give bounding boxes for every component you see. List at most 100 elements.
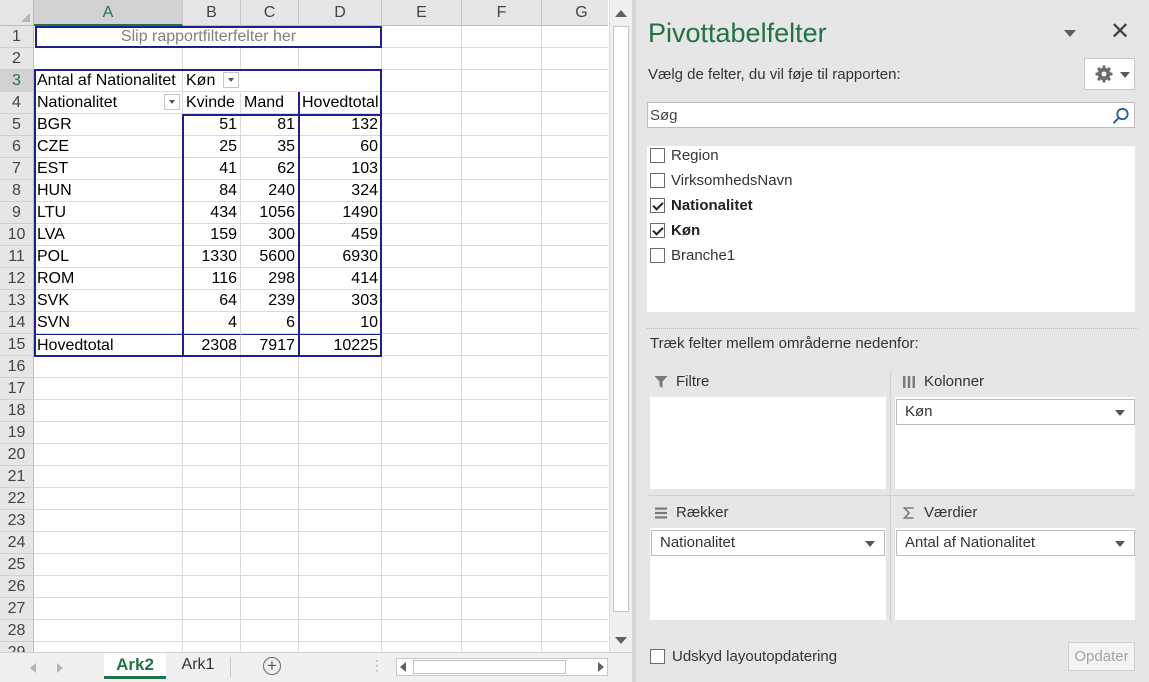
cell[interactable] [382, 444, 462, 466]
column-header-e[interactable]: E [382, 0, 462, 26]
cell-grid[interactable]: ABCDEFG 1 2 3 4 5 6 7 8 9 10 11 12 13 14 15 16 17 18 19 20 2… [0, 0, 608, 652]
scroll-left-icon[interactable] [400, 662, 406, 672]
cell[interactable] [462, 290, 542, 312]
row-header-25[interactable]: 25 [0, 554, 34, 576]
pivot-value-cell[interactable]: 303 [299, 290, 382, 312]
row-header-15[interactable]: 15 [0, 334, 34, 356]
area-filters-drop-zone[interactable] [650, 397, 886, 489]
pivot-value-cell[interactable]: 64 [183, 290, 241, 312]
search-icon[interactable] [1112, 107, 1130, 125]
cell[interactable] [382, 488, 462, 510]
row-header-29[interactable]: 29 [0, 642, 34, 652]
cell[interactable] [34, 48, 183, 70]
cell[interactable] [382, 92, 462, 114]
cell[interactable] [542, 510, 608, 532]
cell[interactable] [183, 642, 241, 652]
row-header-26[interactable]: 26 [0, 576, 34, 598]
cell[interactable] [382, 510, 462, 532]
cell[interactable] [542, 466, 608, 488]
cell[interactable] [183, 598, 241, 620]
cell[interactable] [542, 26, 608, 48]
field-checkbox-nationalitet[interactable] [650, 198, 665, 213]
pivot-value-cell[interactable]: 298 [241, 268, 299, 290]
cell[interactable] [462, 554, 542, 576]
pivot-value-cell[interactable]: 10 [299, 312, 382, 334]
cell[interactable] [299, 488, 382, 510]
column-header-b[interactable]: B [183, 0, 241, 26]
cell[interactable] [382, 290, 462, 312]
cell[interactable] [183, 400, 241, 422]
cell[interactable] [241, 444, 299, 466]
pivot-row-label[interactable]: POL [34, 246, 183, 268]
pivot-value-cell[interactable]: 132 [299, 114, 382, 136]
cell[interactable] [462, 224, 542, 246]
cell[interactable] [462, 356, 542, 378]
cell[interactable] [542, 642, 608, 652]
cell[interactable] [241, 598, 299, 620]
prev-sheet-icon[interactable] [30, 663, 36, 673]
pivot-value-cell[interactable]: 41 [183, 158, 241, 180]
cell[interactable] [241, 422, 299, 444]
cell[interactable] [34, 422, 183, 444]
cell[interactable] [542, 92, 608, 114]
cell[interactable] [34, 400, 183, 422]
cell[interactable] [299, 422, 382, 444]
cell[interactable] [542, 444, 608, 466]
row-header-5[interactable]: 5 [0, 114, 34, 136]
row-header-18[interactable]: 18 [0, 400, 34, 422]
row-header-27[interactable]: 27 [0, 598, 34, 620]
pivot-grand-total-value[interactable]: 2308 [183, 334, 241, 356]
scroll-down-icon[interactable] [615, 637, 627, 644]
cell[interactable] [462, 48, 542, 70]
row-header-17[interactable]: 17 [0, 378, 34, 400]
row-filter-dropdown-icon[interactable] [164, 94, 180, 110]
pivot-value-cell[interactable]: 116 [183, 268, 241, 290]
cell[interactable] [542, 180, 608, 202]
cell[interactable] [382, 224, 462, 246]
row-header-10[interactable]: 10 [0, 224, 34, 246]
column-header-d[interactable]: D [299, 0, 382, 26]
tools-button[interactable] [1084, 58, 1135, 90]
cell[interactable] [183, 466, 241, 488]
cell[interactable] [382, 554, 462, 576]
cell[interactable] [382, 598, 462, 620]
cell[interactable] [241, 356, 299, 378]
pivot-grand-total-label[interactable]: Hovedtotal [34, 334, 183, 356]
horizontal-scrollbar[interactable] [396, 658, 608, 676]
pivot-row-label[interactable]: BGR [34, 114, 183, 136]
pivot-value-cell[interactable]: 51 [183, 114, 241, 136]
cell[interactable] [382, 532, 462, 554]
cell[interactable] [542, 554, 608, 576]
cell[interactable] [241, 532, 299, 554]
cell[interactable] [542, 378, 608, 400]
cell[interactable] [382, 466, 462, 488]
pivot-column-header[interactable]: Mand [241, 92, 299, 114]
row-header-12[interactable]: 12 [0, 268, 34, 290]
columns-field-chip[interactable]: Køn [896, 399, 1135, 425]
defer-layout-checkbox[interactable] [650, 649, 665, 664]
pivot-value-cell[interactable]: 25 [183, 136, 241, 158]
column-filter-dropdown-icon[interactable] [223, 72, 239, 88]
cell[interactable] [382, 114, 462, 136]
cell[interactable] [462, 576, 542, 598]
row-header-9[interactable]: 9 [0, 202, 34, 224]
field-checkbox-branche1[interactable] [650, 248, 665, 263]
cell[interactable] [382, 620, 462, 642]
cell[interactable] [183, 48, 241, 70]
cell[interactable] [34, 356, 183, 378]
pivot-value-cell[interactable]: 5600 [241, 246, 299, 268]
cell[interactable] [382, 378, 462, 400]
column-header-g[interactable]: G [542, 0, 608, 26]
cell[interactable] [382, 642, 462, 652]
cell[interactable] [183, 488, 241, 510]
values-field-chip[interactable]: Antal af Nationalitet [896, 530, 1135, 556]
cell[interactable] [542, 598, 608, 620]
pivot-value-cell[interactable]: 459 [299, 224, 382, 246]
cell[interactable] [462, 92, 542, 114]
cell[interactable] [542, 400, 608, 422]
add-sheet-icon[interactable]: + [263, 657, 281, 675]
cell[interactable] [34, 642, 183, 652]
pivot-value-cell[interactable]: 324 [299, 180, 382, 202]
cell[interactable] [299, 642, 382, 652]
pivot-value-cell[interactable]: 81 [241, 114, 299, 136]
